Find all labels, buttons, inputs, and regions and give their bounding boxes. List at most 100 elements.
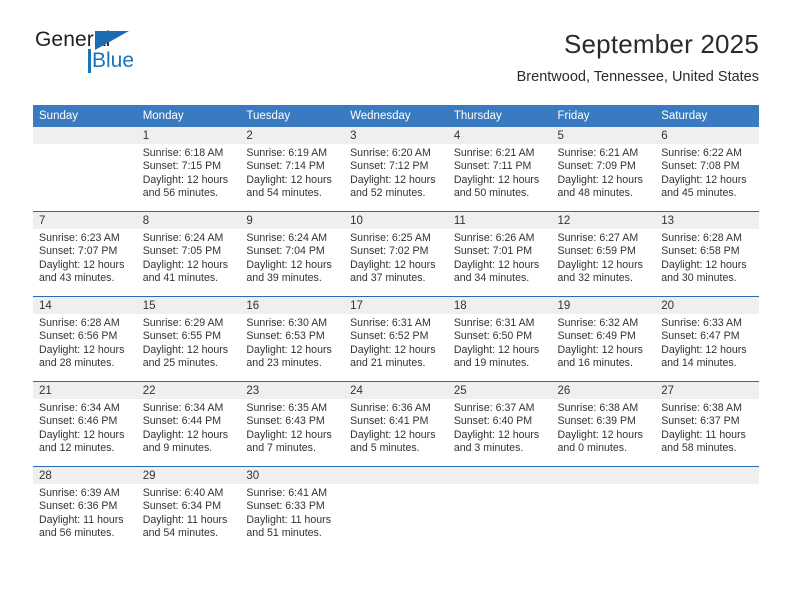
calendar-day-cell[interactable]: 1 Sunrise: 6:18 AM Sunset: 7:15 PM Daylight… — [136, 127, 241, 212]
calendar-day-cell[interactable]: 7 Sunrise: 6:23 AM Sunset: 7:07 PM Daylight… — [33, 211, 137, 297]
day-sun-info: Sunrise: 6:21 AM Sunset: 7:11 PM Daylight:… — [448, 144, 552, 201]
calendar-day-cell[interactable]: 27 Sunrise: 6:38 AM Sunset: 6:37 PM Dayligh… — [655, 381, 759, 467]
day-sun-info: Sunrise: 6:29 AM Sunset: 6:55 PM Daylight:… — [137, 314, 241, 371]
calendar-header-row: Sunday Monday Tuesday Wednesday Thursday… — [33, 105, 759, 127]
day-sun-info: Sunrise: 6:23 AM Sunset: 7:07 PM Daylight:… — [33, 229, 137, 286]
sunset-text: Sunset: 6:50 PM — [453, 330, 533, 343]
sunrise-text: Sunrise: 6:31 AM — [350, 317, 431, 329]
calendar-day-cell[interactable]: 11 Sunrise: 6:26 AM Sunset: 7:01 PM Dayligh… — [447, 211, 552, 297]
calendar-day-cell[interactable]: 28 Sunrise: 6:39 AM Sunset: 6:36 PM Dayligh… — [33, 466, 137, 551]
day-cell: 20 Sunrise: 6:33 AM Sunset: 6:47 PM Dayligh… — [655, 297, 759, 381]
day-sun-info: Sunrise: 6:22 AM Sunset: 7:08 PM Daylight:… — [655, 144, 759, 201]
day-sun-info: Sunrise: 6:18 AM Sunset: 7:15 PM Daylight:… — [137, 144, 241, 201]
daylight-text: Daylight: 11 hours — [142, 513, 228, 526]
calendar-day-cell[interactable]: 2 Sunrise: 6:19 AM Sunset: 7:14 PM Daylight… — [240, 127, 345, 212]
sunrise-text: Sunrise: 6:22 AM — [661, 147, 742, 159]
daylight-text-cont: and 25 minutes. — [142, 357, 219, 370]
day-cell: 10 Sunrise: 6:25 AM Sunset: 7:02 PM Dayligh… — [344, 212, 448, 296]
calendar-day-cell[interactable]: 22 Sunrise: 6:34 AM Sunset: 6:44 PM Dayligh… — [136, 381, 241, 467]
general-blue-logo[interactable]: General Blue — [33, 28, 243, 86]
daylight-text-cont: and 16 minutes. — [557, 357, 633, 370]
calendar-day-cell[interactable] — [551, 466, 656, 551]
calendar-day-cell[interactable]: 17 Sunrise: 6:31 AM Sunset: 6:52 PM Dayligh… — [344, 296, 448, 382]
calendar-day-cell[interactable]: 5 Sunrise: 6:21 AM Sunset: 7:09 PM Daylight… — [551, 127, 656, 212]
day-cell: 12 Sunrise: 6:27 AM Sunset: 6:59 PM Dayligh… — [551, 212, 656, 296]
sunset-text: Sunset: 6:44 PM — [142, 415, 222, 428]
day-cell: 18 Sunrise: 6:31 AM Sunset: 6:50 PM Dayligh… — [447, 297, 552, 381]
day-number: 23 — [240, 382, 345, 399]
day-sun-info: Sunrise: 6:24 AM Sunset: 7:05 PM Daylight:… — [137, 229, 241, 286]
calendar-day-cell[interactable]: 3 Sunrise: 6:20 AM Sunset: 7:12 PM Daylight… — [344, 127, 448, 212]
day-number: 6 — [655, 127, 759, 144]
calendar-page: General Blue September 2025 Brentwood, T… — [0, 0, 792, 612]
calendar-day-cell[interactable] — [33, 127, 137, 212]
calendar-day-cell[interactable]: 23 Sunrise: 6:35 AM Sunset: 6:43 PM Dayligh… — [240, 381, 345, 467]
day-sun-info: Sunrise: 6:20 AM Sunset: 7:12 PM Daylight:… — [344, 144, 448, 201]
day-cell: 2 Sunrise: 6:19 AM Sunset: 7:14 PM Daylight… — [240, 127, 345, 211]
calendar-day-cell[interactable]: 21 Sunrise: 6:34 AM Sunset: 6:46 PM Dayligh… — [33, 381, 137, 467]
calendar-day-cell[interactable] — [655, 466, 759, 551]
page-header: General Blue September 2025 Brentwood, T… — [33, 28, 759, 98]
calendar-day-cell[interactable]: 18 Sunrise: 6:31 AM Sunset: 6:50 PM Dayligh… — [447, 296, 552, 382]
daylight-text: Daylight: 12 hours — [142, 428, 229, 441]
sunrise-text: Sunrise: 6:34 AM — [39, 402, 120, 414]
calendar-day-cell[interactable]: 25 Sunrise: 6:37 AM Sunset: 6:40 PM Dayligh… — [447, 381, 552, 467]
day-sun-info: Sunrise: 6:34 AM Sunset: 6:46 PM Daylight:… — [33, 399, 137, 456]
calendar-week-row: 14 Sunrise: 6:28 AM Sunset: 6:56 PM Dayligh… — [33, 296, 759, 382]
calendar-day-cell[interactable]: 13 Sunrise: 6:28 AM Sunset: 6:58 PM Dayligh… — [655, 211, 759, 297]
daylight-text: Daylight: 12 hours — [142, 258, 229, 271]
calendar-day-cell[interactable] — [447, 466, 552, 551]
calendar-day-cell[interactable]: 19 Sunrise: 6:32 AM Sunset: 6:49 PM Dayligh… — [551, 296, 656, 382]
daylight-text-cont: and 12 minutes. — [39, 442, 115, 455]
calendar-day-cell[interactable]: 4 Sunrise: 6:21 AM Sunset: 7:11 PM Daylight… — [447, 127, 552, 212]
calendar-day-cell[interactable]: 6 Sunrise: 6:22 AM Sunset: 7:08 PM Daylight… — [655, 127, 759, 212]
calendar-day-cell[interactable]: 16 Sunrise: 6:30 AM Sunset: 6:53 PM Dayligh… — [240, 296, 345, 382]
day-number: 11 — [447, 212, 552, 229]
sunset-text: Sunset: 7:07 PM — [39, 245, 118, 258]
day-number: 27 — [655, 382, 759, 399]
calendar-day-cell[interactable] — [344, 466, 448, 551]
daylight-text-cont: and 54 minutes. — [142, 527, 219, 540]
day-sun-info: Sunrise: 6:19 AM Sunset: 7:14 PM Daylight:… — [240, 144, 344, 201]
calendar-day-cell[interactable]: 10 Sunrise: 6:25 AM Sunset: 7:02 PM Dayligh… — [344, 211, 448, 297]
logo-divider — [88, 49, 91, 73]
day-cell: 5 Sunrise: 6:21 AM Sunset: 7:09 PM Daylight… — [551, 127, 656, 211]
sunrise-text: Sunrise: 6:18 AM — [142, 147, 224, 159]
day-sun-info: Sunrise: 6:39 AM Sunset: 6:36 PM Daylight:… — [33, 484, 137, 541]
daylight-text-cont: and 45 minutes. — [661, 187, 737, 200]
logo-text-blue: Blue — [92, 49, 135, 72]
day-cell: 11 Sunrise: 6:26 AM Sunset: 7:01 PM Dayligh… — [447, 212, 552, 296]
calendar-day-cell[interactable]: 24 Sunrise: 6:36 AM Sunset: 6:41 PM Dayligh… — [344, 381, 448, 467]
daylight-text: Daylight: 12 hours — [246, 343, 332, 356]
calendar-day-cell[interactable]: 9 Sunrise: 6:24 AM Sunset: 7:04 PM Daylight… — [240, 211, 345, 297]
day-number: 12 — [551, 212, 656, 229]
calendar-day-cell[interactable]: 29 Sunrise: 6:40 AM Sunset: 6:34 PM Dayligh… — [136, 466, 241, 551]
day-number — [551, 467, 656, 484]
daylight-text: Daylight: 12 hours — [453, 428, 540, 441]
daylight-text: Daylight: 12 hours — [557, 173, 643, 186]
calendar-day-cell[interactable]: 20 Sunrise: 6:33 AM Sunset: 6:47 PM Dayligh… — [655, 296, 759, 382]
day-number: 14 — [33, 297, 137, 314]
calendar-day-cell[interactable]: 8 Sunrise: 6:24 AM Sunset: 7:05 PM Daylight… — [136, 211, 241, 297]
sunset-text: Sunset: 6:34 PM — [142, 500, 222, 513]
weekday-header-wednesday: Wednesday — [344, 105, 448, 127]
day-sun-info: Sunrise: 6:21 AM Sunset: 7:09 PM Daylight:… — [552, 144, 656, 201]
daylight-text: Daylight: 11 hours — [39, 513, 124, 526]
calendar-day-cell[interactable]: 12 Sunrise: 6:27 AM Sunset: 6:59 PM Dayligh… — [551, 211, 656, 297]
calendar-day-cell[interactable]: 14 Sunrise: 6:28 AM Sunset: 6:56 PM Dayligh… — [33, 296, 137, 382]
day-cell-empty — [33, 127, 137, 211]
weekday-header-monday: Monday — [136, 105, 241, 127]
day-cell-empty — [344, 467, 448, 551]
calendar-day-cell[interactable]: 26 Sunrise: 6:38 AM Sunset: 6:39 PM Dayligh… — [551, 381, 656, 467]
daylight-text-cont: and 34 minutes. — [453, 272, 530, 285]
daylight-text: Daylight: 12 hours — [246, 428, 332, 441]
calendar-day-cell[interactable]: 15 Sunrise: 6:29 AM Sunset: 6:55 PM Dayligh… — [136, 296, 241, 382]
daylight-text: Daylight: 11 hours — [246, 513, 332, 526]
day-number: 2 — [240, 127, 345, 144]
calendar-day-cell[interactable]: 30 Sunrise: 6:41 AM Sunset: 6:33 PM Dayligh… — [240, 466, 345, 551]
day-number: 9 — [240, 212, 345, 229]
day-cell: 25 Sunrise: 6:37 AM Sunset: 6:40 PM Dayligh… — [447, 382, 552, 466]
sunset-text: Sunset: 6:52 PM — [350, 330, 429, 343]
page-title: September 2025 — [563, 29, 759, 59]
day-cell: 22 Sunrise: 6:34 AM Sunset: 6:44 PM Dayligh… — [136, 382, 241, 466]
